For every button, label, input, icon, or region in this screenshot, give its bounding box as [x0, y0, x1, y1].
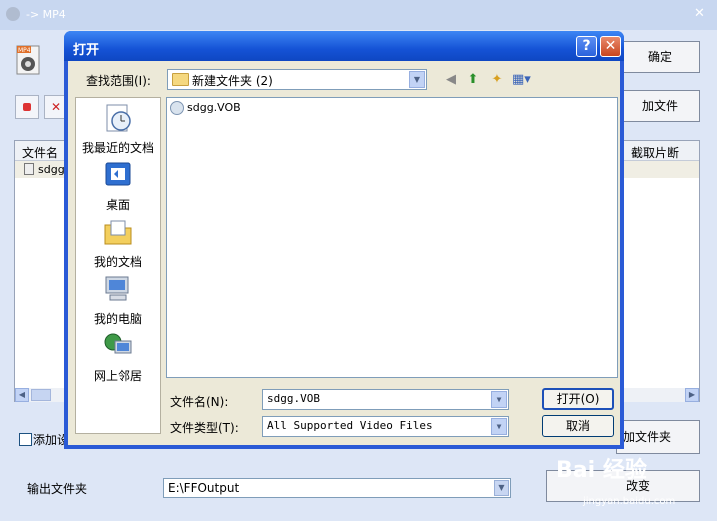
folder-icon — [172, 73, 189, 86]
view-menu-icon[interactable]: ▦▾ — [512, 71, 531, 89]
cancel-button[interactable]: 取消 — [542, 415, 614, 437]
add-file-button-label: 加文件 — [641, 99, 678, 113]
add-checkbox[interactable] — [19, 433, 32, 446]
scroll-left-icon[interactable]: ◀ — [15, 388, 29, 402]
look-in-label: 查找范围(I): — [86, 74, 151, 88]
add-folder-button[interactable]: 加文件夹 — [616, 420, 700, 454]
open-button-label: 打开(O) — [556, 392, 600, 406]
file-type-label: 文件类型(T): — [170, 421, 239, 435]
place-label: 桌面 — [105, 198, 130, 212]
chevron-down-icon[interactable]: ▼ — [491, 418, 507, 435]
place-label: 我最近的文档 — [81, 141, 154, 155]
svg-text:MP4: MP4 — [18, 47, 31, 54]
place-desktop[interactable]: 桌面 — [75, 160, 161, 213]
watermark-url: jingyan.baidu.com — [583, 496, 676, 507]
column-clip[interactable]: 截取片断 — [631, 144, 679, 161]
file-icon — [24, 163, 34, 175]
place-label: 网上邻居 — [93, 369, 142, 383]
chevron-down-icon[interactable]: ▼ — [409, 71, 425, 88]
file-type-select[interactable]: All Supported Video Files ▼ — [262, 416, 509, 437]
background-close-icon[interactable]: ✕ — [694, 6, 705, 21]
remove-item-tool-icon[interactable] — [15, 95, 39, 119]
output-folder-label: 输出文件夹 — [27, 482, 88, 496]
dialog-title: 打开 — [73, 43, 100, 58]
watermark-logo: Bai 经验 — [556, 458, 647, 483]
mp4-format-icon: MP4 — [16, 45, 40, 75]
column-file-name[interactable]: 文件名 — [22, 144, 58, 161]
my-documents-icon — [104, 220, 132, 245]
place-recent-documents[interactable]: 我最近的文档 — [75, 103, 161, 156]
add-file-button[interactable]: 加文件 — [620, 90, 700, 122]
recent-documents-icon — [106, 104, 131, 132]
close-icon[interactable]: ✕ — [600, 36, 621, 57]
output-folder-value: E:\FFOutput — [168, 481, 240, 495]
file-name-label: 文件名(N): — [170, 395, 229, 409]
up-folder-icon[interactable]: ⬆ — [464, 71, 482, 89]
place-my-documents[interactable]: 我的文档 — [75, 217, 161, 270]
my-computer-icon — [105, 276, 129, 301]
place-my-computer[interactable]: 我的电脑 — [75, 274, 161, 327]
new-folder-icon[interactable]: ✦ — [488, 71, 506, 89]
back-icon[interactable]: ◀ — [442, 71, 460, 89]
file-name-field[interactable]: sdgg.VOB ▼ — [262, 389, 509, 410]
output-folder-combo[interactable]: E:\FFOutput ▼ — [163, 478, 511, 498]
place-label: 我的电脑 — [93, 312, 142, 326]
place-label: 我的文档 — [93, 255, 142, 269]
background-window-titlebar — [0, 0, 717, 30]
file-item-name[interactable]: sdgg.VOB — [187, 101, 241, 114]
scroll-right-icon[interactable]: ▶ — [685, 388, 699, 402]
place-network[interactable]: 网上邻居 — [75, 331, 161, 384]
dialog-titlebar — [64, 31, 624, 61]
confirm-button[interactable]: 确定 — [620, 41, 700, 73]
chevron-down-icon[interactable]: ▼ — [494, 480, 509, 496]
help-icon[interactable]: ? — [576, 36, 597, 57]
background-window-title: -> MP4 — [26, 8, 66, 21]
open-button[interactable]: 打开(O) — [542, 388, 614, 410]
cancel-button-label: 取消 — [565, 419, 590, 433]
scroll-thumb[interactable] — [31, 389, 51, 401]
confirm-button-label: 确定 — [647, 50, 672, 64]
file-view[interactable] — [166, 97, 618, 378]
desktop-icon — [105, 162, 131, 186]
file-name-value: sdgg.VOB — [267, 392, 320, 405]
add-folder-button-label: 加文件夹 — [623, 430, 672, 444]
file-type-value: All Supported Video Files — [267, 419, 433, 432]
vob-file-icon[interactable] — [170, 101, 184, 115]
look-in-value: 新建文件夹 (2) — [192, 74, 273, 88]
app-icon — [6, 7, 20, 21]
network-places-icon — [104, 333, 132, 354]
chevron-down-icon[interactable]: ▼ — [491, 391, 507, 408]
